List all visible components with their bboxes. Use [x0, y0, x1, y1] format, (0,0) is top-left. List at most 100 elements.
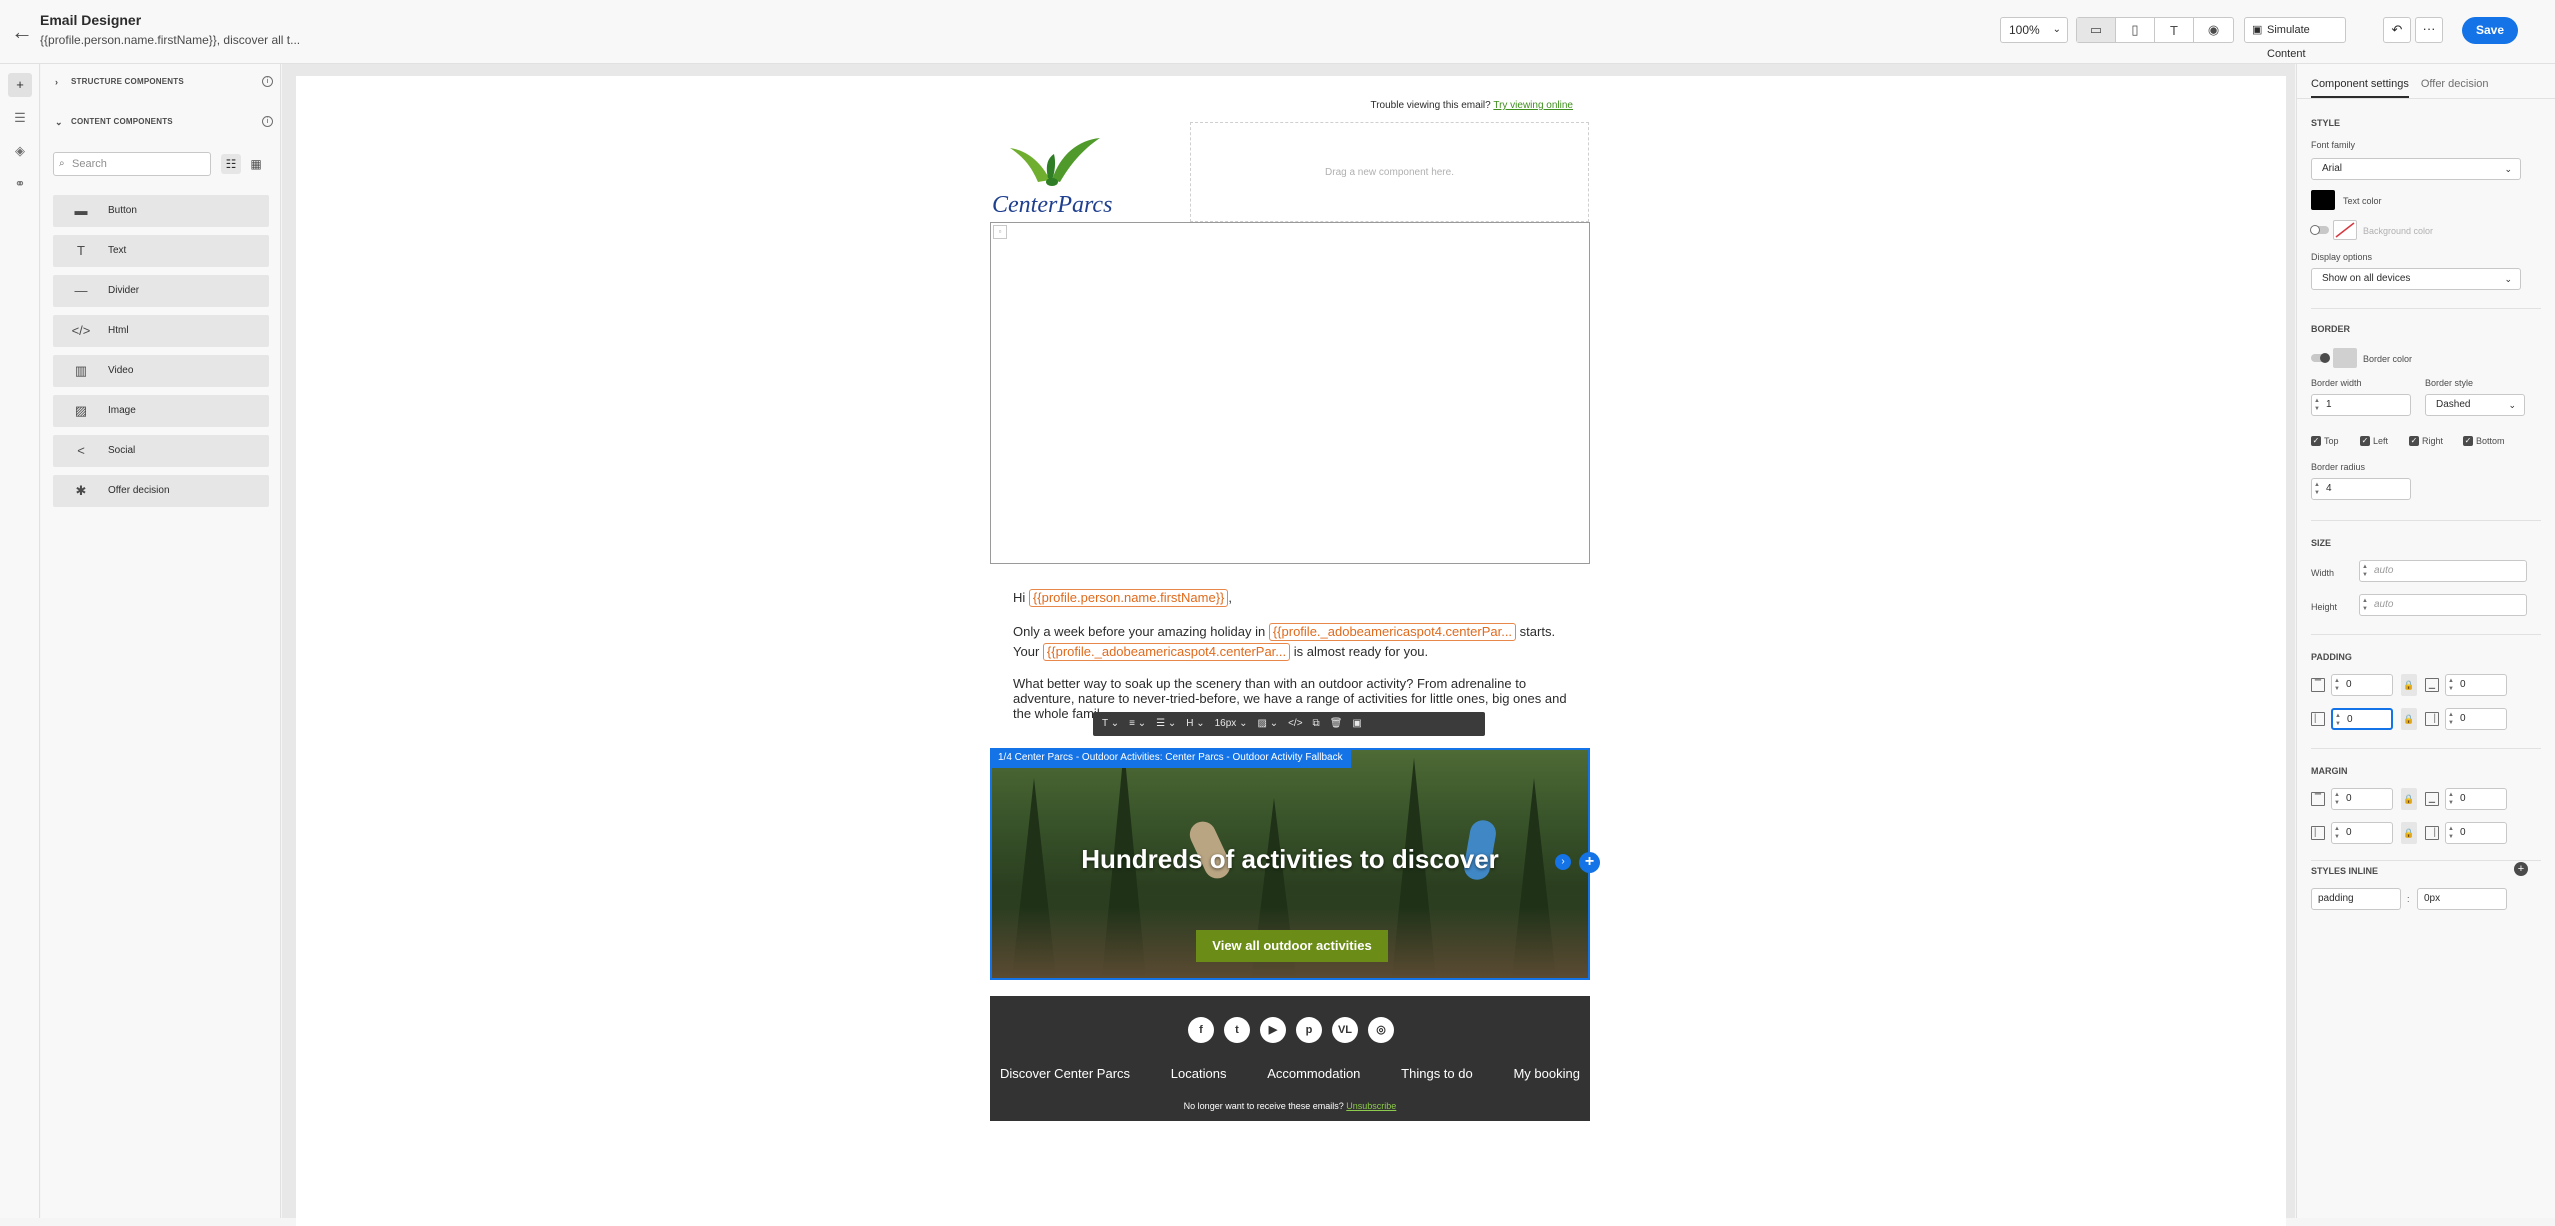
border-width-input[interactable]: ▲ ▼ 1	[2311, 394, 2411, 416]
width-input[interactable]: ▲ ▼ auto	[2359, 560, 2527, 582]
grid-view-icon[interactable]: ▦	[246, 154, 266, 174]
font-size-select[interactable]: 16px ⌄	[1210, 712, 1253, 736]
save-button[interactable]: Save	[2462, 17, 2518, 44]
component-video[interactable]: ▥ Video	[53, 355, 269, 387]
link-icon[interactable]: ⚭	[8, 172, 32, 196]
code-icon[interactable]: </>	[1283, 712, 1307, 736]
text-color-swatch[interactable]	[2311, 190, 2335, 210]
structure-components-header[interactable]: › STRUCTURE COMPONENTS i	[53, 72, 273, 92]
zoom-select[interactable]: 100% ⌄	[2000, 17, 2068, 43]
more-options-icon[interactable]: ···	[2415, 17, 2443, 43]
text-style-icon[interactable]: T ⌄	[1097, 712, 1124, 736]
border-bottom-checkbox[interactable]: ✓ Bottom	[2463, 436, 2505, 447]
inline-style-property-input[interactable]: padding	[2311, 888, 2401, 910]
component-social[interactable]: < Social	[53, 435, 269, 467]
vl-icon[interactable]: VL	[1332, 1017, 1358, 1043]
heading-icon[interactable]: H ⌄	[1181, 712, 1209, 736]
margin-top-input[interactable]: ▲ ▼ 0	[2331, 788, 2393, 810]
tab-component-settings[interactable]: Component settings	[2311, 74, 2409, 98]
border-radius-input[interactable]: ▲ ▼ 4	[2311, 478, 2411, 500]
border-style-select[interactable]: Dashed ⌄	[2425, 394, 2525, 416]
footer-link[interactable]: My booking	[1513, 1066, 1579, 1081]
border-toggle[interactable]	[2311, 353, 2330, 363]
stepper-icon: ▲ ▼	[2314, 398, 2320, 412]
personalization-tag-center[interactable]: {{profile._adobeamericaspot4.centerPar..…	[1268, 623, 1517, 641]
padding-bottom-input[interactable]: ▲ ▼ 0	[2445, 674, 2507, 696]
back-arrow-icon[interactable]: ←	[10, 20, 34, 44]
border-top-checkbox[interactable]: ✓ Top	[2311, 436, 2339, 447]
display-options-select[interactable]: Show on all devices ⌄	[2311, 268, 2521, 290]
margin-right-input[interactable]: ▲ ▼ 0	[2445, 822, 2507, 844]
delete-icon[interactable]: 🗑	[1325, 712, 1348, 736]
border-color-swatch[interactable]	[2333, 348, 2357, 368]
padding-right-input[interactable]: ▲ ▼ 0	[2445, 708, 2507, 730]
chevron-right-icon[interactable]: ›	[1555, 854, 1571, 870]
component-divider[interactable]: — Divider	[53, 275, 269, 307]
add-component-icon[interactable]: +	[1579, 852, 1600, 873]
footer-link[interactable]: Accommodation	[1267, 1066, 1360, 1081]
padding-top-input[interactable]: ▲ ▼ 0	[2331, 674, 2393, 696]
info-icon[interactable]: i	[262, 76, 273, 87]
unsubscribe-link[interactable]: Unsubscribe	[1346, 1101, 1396, 1111]
footer-link[interactable]: Locations	[1171, 1066, 1227, 1081]
text-view-icon[interactable]: T	[2155, 18, 2194, 42]
personalization-tag-first-name[interactable]: {{profile.person.name.firstName}}	[1028, 589, 1229, 607]
component-text[interactable]: T Text	[53, 235, 269, 267]
personalization-tag-center-2[interactable]: {{profile._adobeamericaspot4.centerPar..…	[1042, 643, 1291, 661]
layers-icon[interactable]: ◈	[8, 139, 32, 163]
undo-icon[interactable]: ↶	[2383, 17, 2411, 43]
info-icon[interactable]: i	[262, 116, 273, 127]
instagram-icon[interactable]: ◎	[1368, 1017, 1394, 1043]
component-html[interactable]: </> Html	[53, 315, 269, 347]
body-line-2[interactable]: Your {{profile._adobeamericaspot4.center…	[1013, 642, 1428, 662]
component-button[interactable]: ▬ Button	[53, 195, 269, 227]
mobile-view-icon[interactable]: ▯	[2116, 18, 2155, 42]
search-input[interactable]: ⌕ Search	[53, 152, 211, 176]
inline-style-value-input[interactable]: 0px	[2417, 888, 2507, 910]
list-icon[interactable]: ☰ ⌄	[1151, 712, 1181, 736]
footer-link[interactable]: Discover Center Parcs	[1000, 1066, 1130, 1081]
align-icon[interactable]: ≡ ⌄	[1124, 712, 1151, 736]
center-parcs-logo[interactable]: CenterParcs	[990, 120, 1115, 222]
facebook-icon[interactable]: f	[1188, 1017, 1214, 1043]
pinterest-icon[interactable]: p	[1296, 1017, 1322, 1043]
duplicate-icon[interactable]: ⧉	[1308, 712, 1325, 736]
lock-icon[interactable]: 🔒	[2401, 822, 2417, 844]
add-inline-style-icon[interactable]: +	[2514, 862, 2528, 876]
image-insert-icon[interactable]: ▨ ⌄	[1252, 712, 1283, 736]
offer-component-label[interactable]: 1/4 Center Parcs - Outdoor Activities: C…	[990, 748, 1351, 768]
content-components-header[interactable]: ⌄ CONTENT COMPONENTS i	[53, 112, 273, 132]
add-components-icon[interactable]: +	[8, 73, 32, 97]
border-right-checkbox[interactable]: ✓ Right	[2409, 436, 2443, 447]
greeting-line[interactable]: Hi {{profile.person.name.firstName}},	[1013, 588, 1232, 608]
youtube-icon[interactable]: ▶	[1260, 1017, 1286, 1043]
background-toggle[interactable]	[2310, 225, 2329, 235]
preview-eye-icon[interactable]: ◉	[2194, 18, 2233, 42]
component-offer-decision[interactable]: ✱ Offer decision	[53, 475, 269, 507]
list-view-icon[interactable]: ☷	[221, 154, 241, 174]
lock-icon[interactable]: 🔒	[2401, 708, 2417, 730]
background-color-swatch[interactable]	[2333, 220, 2357, 240]
navigation-tree-icon[interactable]: ☰	[8, 106, 32, 130]
tab-offer-decision[interactable]: Offer decision	[2421, 74, 2489, 98]
margin-bottom-input[interactable]: ▲ ▼ 0	[2445, 788, 2507, 810]
lock-icon[interactable]: 🔒	[2401, 788, 2417, 810]
margin-left-input[interactable]: ▲ ▼ 0	[2331, 822, 2393, 844]
footer-link[interactable]: Things to do	[1401, 1066, 1473, 1081]
lock-icon[interactable]: 🔒	[2401, 674, 2417, 696]
desktop-view-icon[interactable]: ▭	[2077, 18, 2116, 42]
hero-image-placeholder[interactable]: ▫	[990, 222, 1590, 564]
simulate-content-button[interactable]: ▣ Simulate Content	[2244, 17, 2346, 60]
body-line-1[interactable]: Only a week before your amazing holiday …	[1013, 622, 1555, 642]
height-input[interactable]: ▲ ▼ auto	[2359, 594, 2527, 616]
font-family-select[interactable]: Arial ⌄	[2311, 158, 2521, 180]
save-fragment-icon[interactable]: ▣	[1347, 712, 1366, 736]
twitter-icon[interactable]: t	[1224, 1017, 1250, 1043]
padding-left-input[interactable]: ▲ ▼ 0	[2331, 708, 2393, 730]
border-left-checkbox[interactable]: ✓ Left	[2360, 436, 2388, 447]
component-image[interactable]: ▨ Image	[53, 395, 269, 427]
view-activities-button[interactable]: View all outdoor activities	[1196, 930, 1388, 962]
view-online-link[interactable]: Try viewing online	[1493, 100, 1573, 111]
drop-zone[interactable]: Drag a new component here.	[1190, 122, 1589, 222]
social-icons: f t ▶ p VL ◎	[1188, 1017, 1394, 1043]
